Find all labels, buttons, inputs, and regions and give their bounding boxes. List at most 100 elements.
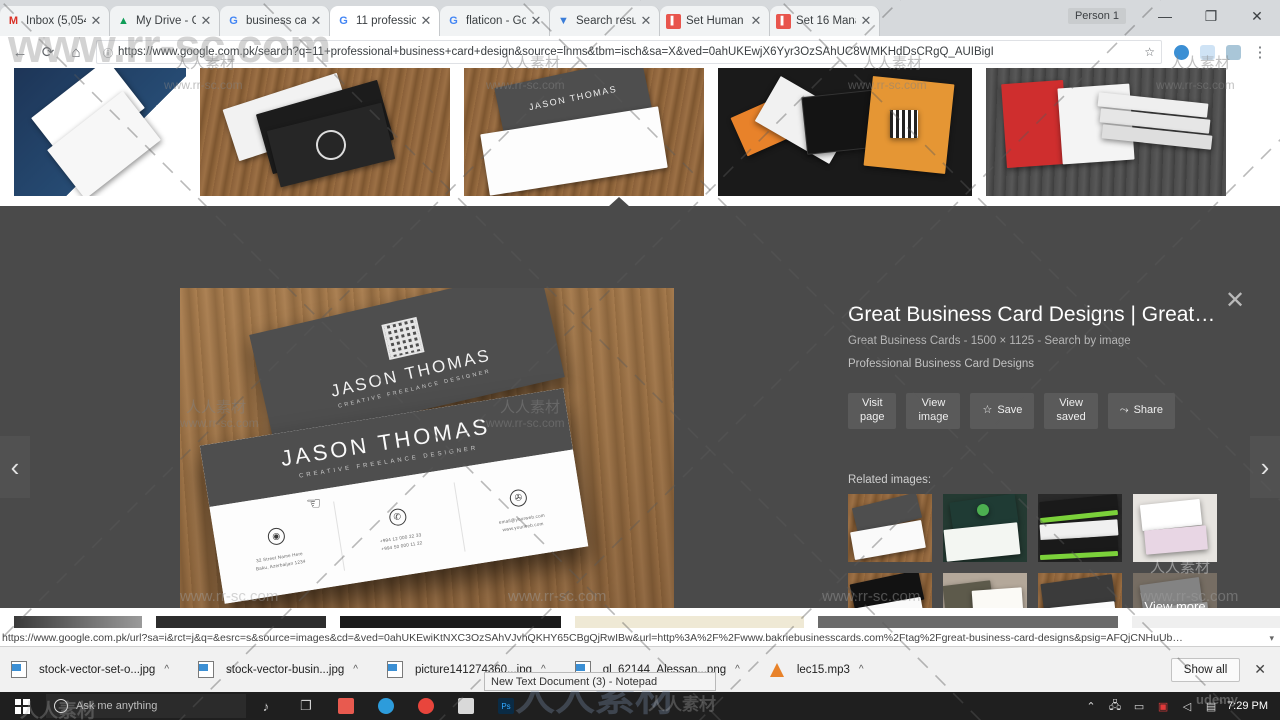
address-bar-url: https://www.google.com.pk/search?q=11+pr… [118,46,994,58]
download-menu-caret-icon[interactable]: ^ [735,664,740,675]
result-thumbnail-bottom-1[interactable] [156,616,327,628]
view-saved-button[interactable]: View saved [1044,393,1098,429]
task-view-icon[interactable]: ❐ [286,692,326,720]
result-thumbnail-4[interactable] [986,68,1226,196]
result-thumbnail-1[interactable] [200,68,450,196]
share-label: Share [1133,404,1163,417]
tab-title: Search results [576,15,636,27]
reload-button[interactable]: ⟳ [34,38,62,66]
related-image-3[interactable] [1133,493,1217,562]
music-icon[interactable]: ♪ [246,692,286,720]
vlc-media-icon [766,658,788,682]
bookmark-star-icon[interactable]: ☆ [1138,45,1155,59]
browser-tab-7[interactable]: ▌ Set 16 Manag ✕ [770,6,880,36]
address-bar[interactable]: ⓘ https://www.google.com.pk/search?q=11+… [96,40,1162,64]
page-content: JASON THOMAS ‹ › ✕ JASON THOMAS CREATIVE… [0,68,1280,636]
show-hidden-icons-button[interactable]: ⌃ [1079,700,1103,713]
minimize-button[interactable]: — [1142,0,1188,32]
view-image-button[interactable]: View image [906,393,961,429]
cortana-search-box[interactable]: Ask me anything [46,694,246,718]
previous-image-button[interactable]: ‹ [0,436,30,498]
result-thumbnail-3[interactable] [718,68,972,196]
browser-tab-1[interactable]: ▲ My Drive - Go ✕ [110,6,220,36]
tab-close-icon[interactable]: ✕ [309,14,323,28]
result-thumbnail-2-selected[interactable]: JASON THOMAS [464,68,704,196]
hero-image[interactable]: JASON THOMAS CREATIVE FREELANCE DESIGNER… [180,288,674,636]
share-button[interactable]: ⤳ Share [1107,393,1175,429]
browser-tab-0[interactable]: M Inbox (5,054) ✕ [0,6,110,36]
chrome-menu-button[interactable]: ⋮ [1246,38,1274,66]
show-all-downloads-button[interactable]: Show all [1170,657,1241,682]
related-images-label: Related images: [848,473,932,486]
download-filename: stock-vector-set-o...jpg [39,663,156,676]
google-drive-icon: ▲ [118,14,129,27]
gmail-icon: M [8,14,19,27]
download-menu-caret-icon[interactable]: ^ [859,664,864,675]
site-info-icon[interactable]: ⓘ [103,45,113,60]
battery-icon[interactable]: ▭ [1127,700,1151,713]
save-button[interactable]: ☆ Save [970,393,1035,429]
tab-close-icon[interactable]: ✕ [419,14,433,28]
home-button[interactable]: ⌂ [62,38,90,66]
network-icon[interactable]: 🖧 [1103,697,1127,716]
related-image-1[interactable] [943,493,1027,562]
result-thumbnail-bottom-3[interactable] [575,616,804,628]
system-tray: ⌃ 🖧 ▭ ▣ ◁ ▤ 7:29 PM [1079,697,1280,716]
edge-browser-icon[interactable] [366,692,406,720]
related-image-2[interactable] [1038,493,1122,562]
browser-tab-3-active[interactable]: G 11 profession ✕ [330,6,440,36]
download-item-4[interactable]: lec15.mp3 ^ [766,655,864,685]
visit-page-line1: Visit [861,397,883,410]
maximize-button[interactable]: ❐ [1188,0,1234,32]
view-image-line2: image [918,411,949,423]
tab-close-icon[interactable]: ✕ [89,14,103,28]
browser-tab-6[interactable]: ▌ Set Human Re ✕ [660,6,770,36]
card-contact-web: ✇ email@yourweb.com www.yourweb.com [452,449,588,565]
download-item-0[interactable]: stock-vector-set-o...jpg ^ [8,655,169,685]
volume-icon[interactable]: ◁ [1175,700,1199,713]
tab-close-icon[interactable]: ✕ [749,14,763,28]
taskbar-clock[interactable]: 7:29 PM [1223,700,1274,713]
screen: M Inbox (5,054) ✕ ▲ My Drive - Go ✕ G bu… [0,0,1280,720]
close-window-button[interactable]: ✕ [1234,0,1280,32]
download-menu-caret-icon[interactable]: ^ [353,664,358,675]
tab-close-icon[interactable]: ✕ [859,14,873,28]
related-image-0[interactable] [848,493,932,562]
profile-chip[interactable]: Person 1 [1067,8,1126,24]
notepad-taskbar-tooltip[interactable]: New Text Document (3) - Notepad [484,672,716,691]
image-file-icon [195,658,217,682]
extension-icon-2[interactable] [1194,39,1220,65]
result-thumbnail-bottom-2[interactable] [340,616,562,628]
result-thumbnail-bottom-0[interactable] [14,616,143,628]
next-image-button[interactable]: › [1250,436,1280,498]
scroll-caret-icon[interactable]: ▾ [1269,633,1274,644]
back-button[interactable]: ← [6,38,34,66]
calculator-icon[interactable] [326,692,366,720]
download-item-1[interactable]: stock-vector-busin...jpg ^ [195,655,358,685]
file-explorer-icon[interactable] [446,692,486,720]
chrome-browser-icon[interactable] [406,692,446,720]
close-shelf-button[interactable]: ✕ [1254,661,1266,678]
visit-page-button[interactable]: Visit page [848,393,897,429]
view-saved-line1: View [1059,397,1083,410]
tab-close-icon[interactable]: ✕ [529,14,543,28]
result-thumbnail-0[interactable] [14,68,186,196]
status-url: https://www.google.com.pk/url?sa=i&rct=j… [2,632,1183,644]
start-button[interactable] [0,692,44,720]
result-thumbnail-bottom-4[interactable] [818,616,1118,628]
antivirus-icon[interactable]: ▣ [1151,700,1175,713]
browser-tab-5[interactable]: ▼ Search results ✕ [550,6,660,36]
tab-close-icon[interactable]: ✕ [199,14,213,28]
tab-close-icon[interactable]: ✕ [639,14,653,28]
location-pin-icon: ◉ [266,526,286,547]
browser-tab-4[interactable]: G flaticon - Goo ✕ [440,6,550,36]
image-title: Great Business Card Designs | Great… [848,303,1216,326]
extension-icon-3[interactable] [1220,39,1246,65]
download-menu-caret-icon[interactable]: ^ [164,664,169,675]
action-center-icon[interactable]: ▤ [1199,700,1223,713]
share-icon: ⤳ [1119,404,1129,417]
browser-tab-2[interactable]: G business card ✕ [220,6,330,36]
extension-icon-1[interactable] [1168,39,1194,65]
photoshop-icon[interactable]: Ps [486,692,526,720]
result-thumbnail-bottom-5[interactable] [1131,616,1280,628]
